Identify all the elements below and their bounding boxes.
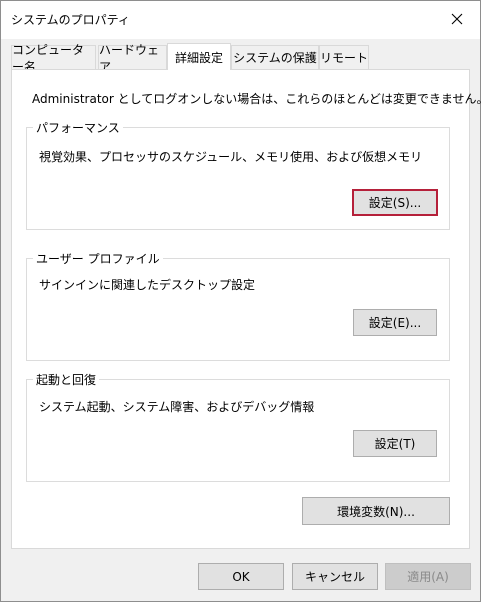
tab-advanced[interactable]: 詳細設定 — [167, 43, 231, 70]
ok-button[interactable]: OK — [198, 563, 284, 590]
performance-label: パフォーマンス — [33, 119, 123, 136]
tab-hardware[interactable]: ハードウェア — [98, 43, 167, 74]
tab-remote[interactable]: リモート — [319, 45, 369, 69]
performance-description: 視覚効果、プロセッサのスケジュール、メモリ使用、および仮想メモリ — [39, 150, 423, 164]
performance-settings-button[interactable]: 設定(S)... — [352, 189, 438, 216]
title-bar: システムのプロパティ — [1, 1, 480, 39]
startup-recovery-description: システム起動、システム障害、およびデバッグ情報 — [39, 400, 315, 414]
startup-recovery-group: 起動と回復 システム起動、システム障害、およびデバッグ情報 設定(T) — [26, 371, 450, 482]
tab-system-protection[interactable]: システムの保護 — [231, 45, 319, 69]
cancel-button[interactable]: キャンセル — [292, 563, 378, 590]
system-properties-window: システムのプロパティ コンピューター名 ハードウェア 詳細設定 システムの保護 … — [0, 0, 481, 602]
tab-computer-name[interactable]: コンピューター名 — [11, 43, 96, 74]
tab-label: リモート — [320, 51, 369, 65]
advanced-tab-panel: Administrator としてログオンしない場合は、これらのほとんどは変更で… — [11, 69, 481, 549]
user-profile-description: サインインに関連したデスクトップ設定 — [39, 278, 256, 292]
close-button[interactable] — [434, 1, 480, 37]
performance-group: パフォーマンス 視覚効果、プロセッサのスケジュール、メモリ使用、および仮想メモリ… — [26, 119, 450, 230]
environment-variables-button[interactable]: 環境変数(N)... — [302, 497, 450, 525]
user-profile-settings-button[interactable]: 設定(E)... — [353, 309, 437, 336]
admin-notice: Administrator としてログオンしない場合は、これらのほとんどは変更で… — [32, 92, 481, 106]
startup-recovery-settings-button[interactable]: 設定(T) — [353, 430, 437, 457]
startup-recovery-label: 起動と回復 — [33, 371, 100, 388]
tab-label: 詳細設定 — [174, 50, 223, 65]
close-icon — [451, 13, 463, 25]
user-profile-label: ユーザー プロファイル — [33, 250, 163, 267]
window-title: システムのプロパティ — [11, 13, 130, 27]
tab-label: システムの保護 — [233, 51, 317, 65]
apply-button[interactable]: 適用(A) — [385, 563, 471, 590]
user-profile-group: ユーザー プロファイル サインインに関連したデスクトップ設定 設定(E)... — [26, 250, 450, 361]
